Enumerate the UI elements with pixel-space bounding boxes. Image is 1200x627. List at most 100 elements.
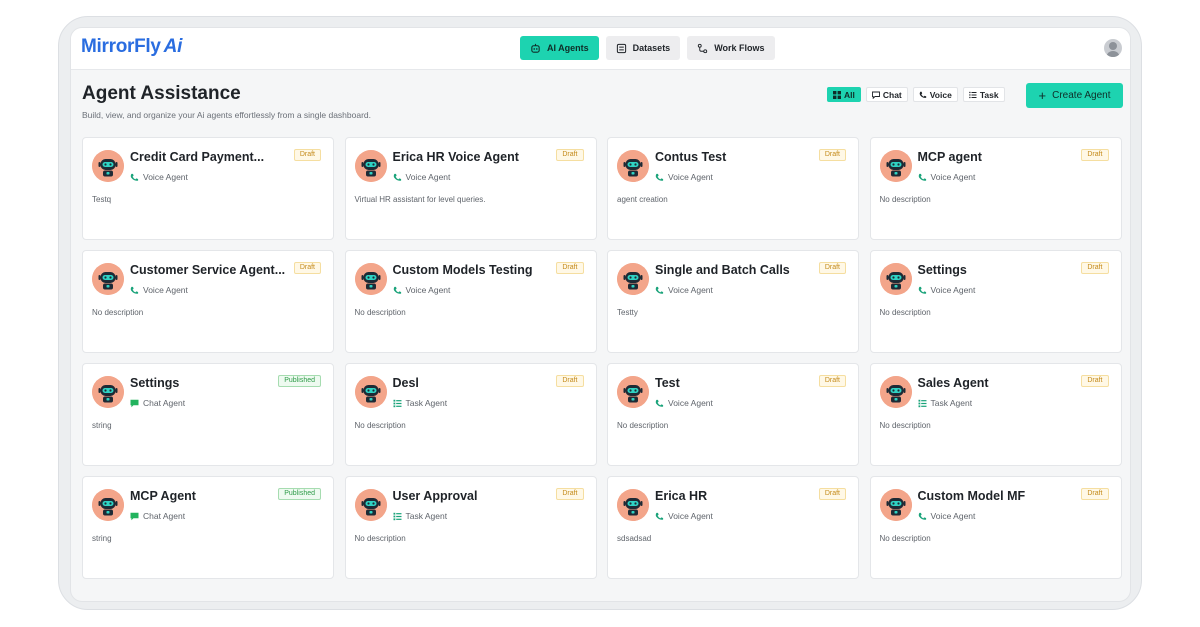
status-badge: Draft bbox=[818, 488, 846, 500]
status-badge: Draft bbox=[818, 149, 846, 161]
agent-type-label: Voice Agent bbox=[405, 285, 451, 295]
filter-voice[interactable]: Voice bbox=[912, 87, 958, 102]
phone-icon bbox=[393, 173, 402, 182]
agent-type: Voice Agent bbox=[393, 172, 450, 182]
agent-card[interactable]: Custom Models Testing Draft Voice Agent … bbox=[344, 250, 597, 353]
task-icon bbox=[393, 512, 402, 521]
agent-card[interactable]: Test Draft Voice Agent No description bbox=[607, 363, 859, 466]
top-bar: MirrorFly Ai AI Agents Datasets Work Flow… bbox=[71, 28, 1130, 70]
agent-type-label: Voice Agent bbox=[668, 398, 713, 408]
agent-description: No description bbox=[879, 534, 931, 543]
agent-type: Chat Agent bbox=[130, 398, 185, 408]
robot-avatar-icon bbox=[879, 376, 912, 408]
agent-description: agent creation bbox=[617, 195, 668, 204]
agent-type-label: Voice Agent bbox=[668, 285, 713, 295]
robot-avatar-icon bbox=[617, 489, 649, 521]
agent-card[interactable]: Settings Published Chat Agent string bbox=[82, 363, 334, 466]
status-badge: Draft bbox=[1081, 149, 1109, 161]
agent-name: Desl bbox=[392, 376, 419, 390]
agent-type-label: Voice Agent bbox=[930, 285, 976, 295]
agent-card[interactable]: MCP Agent Published Chat Agent string bbox=[82, 476, 334, 579]
status-badge: Draft bbox=[556, 488, 584, 500]
agent-card[interactable]: Credit Card Payment... Draft Voice Agent… bbox=[82, 137, 334, 240]
phone-icon bbox=[655, 286, 664, 295]
nav-ai-agents[interactable]: AI Agents bbox=[520, 36, 599, 60]
agent-name: Erica HR bbox=[655, 489, 708, 503]
agent-description: Virtual HR assistant for level queries. bbox=[354, 195, 486, 204]
phone-icon bbox=[655, 512, 664, 521]
user-avatar[interactable] bbox=[1104, 39, 1122, 57]
workflow-icon bbox=[698, 43, 708, 53]
phone-icon bbox=[918, 512, 927, 521]
agent-type: Task Agent bbox=[393, 511, 447, 521]
agent-description: string bbox=[92, 534, 112, 543]
agent-avatar bbox=[617, 376, 649, 408]
agent-name: Customer Service Agent... bbox=[130, 263, 286, 277]
status-badge: Draft bbox=[1081, 375, 1109, 387]
agent-type: Voice Agent bbox=[918, 285, 976, 295]
agent-card[interactable]: MCP agent Draft Voice Agent No descripti… bbox=[869, 137, 1122, 240]
agent-name: Erica HR Voice Agent bbox=[392, 150, 519, 164]
agent-avatar bbox=[354, 489, 387, 521]
phone-icon bbox=[130, 173, 139, 182]
agent-type: Voice Agent bbox=[655, 511, 713, 521]
agent-card[interactable]: Sales Agent Draft Task Agent No descript… bbox=[869, 363, 1122, 466]
phone-icon bbox=[130, 286, 139, 295]
create-agent-button[interactable]: + Create Agent bbox=[1026, 83, 1123, 108]
status-badge: Published bbox=[278, 488, 321, 500]
agent-card[interactable]: User Approval Draft Task Agent No descri… bbox=[344, 476, 597, 579]
agent-avatar bbox=[354, 376, 387, 408]
grid-icon bbox=[833, 90, 841, 99]
agent-card[interactable]: Settings Draft Voice Agent No descriptio… bbox=[869, 250, 1122, 353]
phone-icon bbox=[655, 399, 664, 408]
agent-filters: All Chat Voice Task bbox=[827, 87, 1005, 102]
agent-type-label: Chat Agent bbox=[143, 398, 186, 408]
agent-card[interactable]: Customer Service Agent... Draft Voice Ag… bbox=[82, 250, 334, 353]
chat-icon bbox=[871, 91, 880, 99]
filter-chat-label: Chat bbox=[882, 89, 902, 100]
agent-description: string bbox=[92, 421, 112, 430]
agent-description: No description bbox=[617, 421, 669, 430]
robot-avatar-icon bbox=[879, 263, 912, 295]
phone-icon bbox=[918, 286, 927, 295]
nav-datasets-label: Datasets bbox=[632, 43, 671, 53]
agent-type-label: Task Agent bbox=[930, 398, 973, 408]
agent-type: Task Agent bbox=[393, 398, 447, 408]
filter-chat[interactable]: Chat bbox=[865, 87, 908, 102]
agent-avatar bbox=[617, 263, 649, 295]
agent-card[interactable]: Erica HR Draft Voice Agent sdsadsad bbox=[607, 476, 859, 579]
app-logo[interactable]: MirrorFly Ai bbox=[81, 36, 182, 58]
robot-icon bbox=[531, 43, 540, 53]
task-icon bbox=[969, 91, 977, 98]
agent-description: sdsadsad bbox=[617, 534, 652, 543]
nav-work-flows[interactable]: Work Flows bbox=[687, 36, 775, 60]
agent-description: No description bbox=[879, 308, 931, 317]
agent-name: MCP agent bbox=[917, 150, 982, 164]
agent-card[interactable]: Contus Test Draft Voice Agent agent crea… bbox=[607, 137, 859, 240]
agent-type-label: Voice Agent bbox=[143, 285, 188, 295]
status-badge: Draft bbox=[818, 375, 846, 387]
robot-avatar-icon bbox=[617, 376, 649, 408]
plus-icon: + bbox=[1038, 88, 1047, 103]
nav-datasets[interactable]: Datasets bbox=[605, 36, 681, 60]
agent-grid: Credit Card Payment... Draft Voice Agent… bbox=[82, 137, 1122, 579]
chat-icon bbox=[130, 399, 139, 408]
agent-card[interactable]: Desl Draft Task Agent No description bbox=[344, 363, 597, 466]
agent-name: Custom Model MF bbox=[917, 489, 1026, 503]
chat-icon bbox=[130, 512, 139, 521]
agent-card[interactable]: Single and Batch Calls Draft Voice Agent… bbox=[607, 250, 859, 353]
agent-type-label: Voice Agent bbox=[668, 172, 713, 182]
filter-task[interactable]: Task bbox=[962, 87, 1005, 102]
robot-avatar-icon bbox=[354, 150, 387, 182]
agent-type-label: Voice Agent bbox=[930, 511, 976, 521]
robot-avatar-icon bbox=[617, 150, 649, 182]
filter-all[interactable]: All bbox=[827, 87, 861, 102]
agent-name: Contus Test bbox=[655, 150, 727, 164]
nav-work-flows-label: Work Flows bbox=[714, 43, 765, 53]
list-icon bbox=[616, 43, 626, 53]
agent-type: Voice Agent bbox=[393, 285, 451, 295]
filter-all-label: All bbox=[844, 89, 855, 100]
agent-description: No description bbox=[354, 308, 406, 317]
agent-card[interactable]: Custom Model MF Draft Voice Agent No des… bbox=[869, 476, 1122, 579]
agent-card[interactable]: Erica HR Voice Agent Draft Voice Agent V… bbox=[344, 137, 597, 240]
